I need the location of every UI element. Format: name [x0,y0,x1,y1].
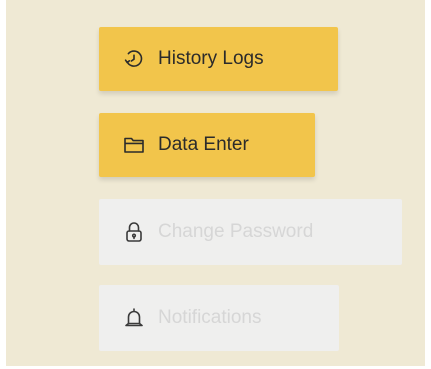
menu-panel: History Logs Data Enter Change Password [6,0,425,366]
change-password-label: Change Password [158,221,314,242]
notifications-button[interactable]: Notifications [99,285,339,351]
history-logs-button[interactable]: History Logs [99,27,338,91]
notifications-label: Notifications [158,307,262,328]
data-enter-label: Data Enter [158,134,249,155]
history-logs-label: History Logs [158,48,264,69]
folder-icon [122,133,146,157]
bell-icon [122,306,146,330]
history-icon [122,47,146,71]
change-password-button[interactable]: Change Password [99,199,402,265]
lock-icon [122,220,146,244]
data-enter-button[interactable]: Data Enter [99,113,315,177]
